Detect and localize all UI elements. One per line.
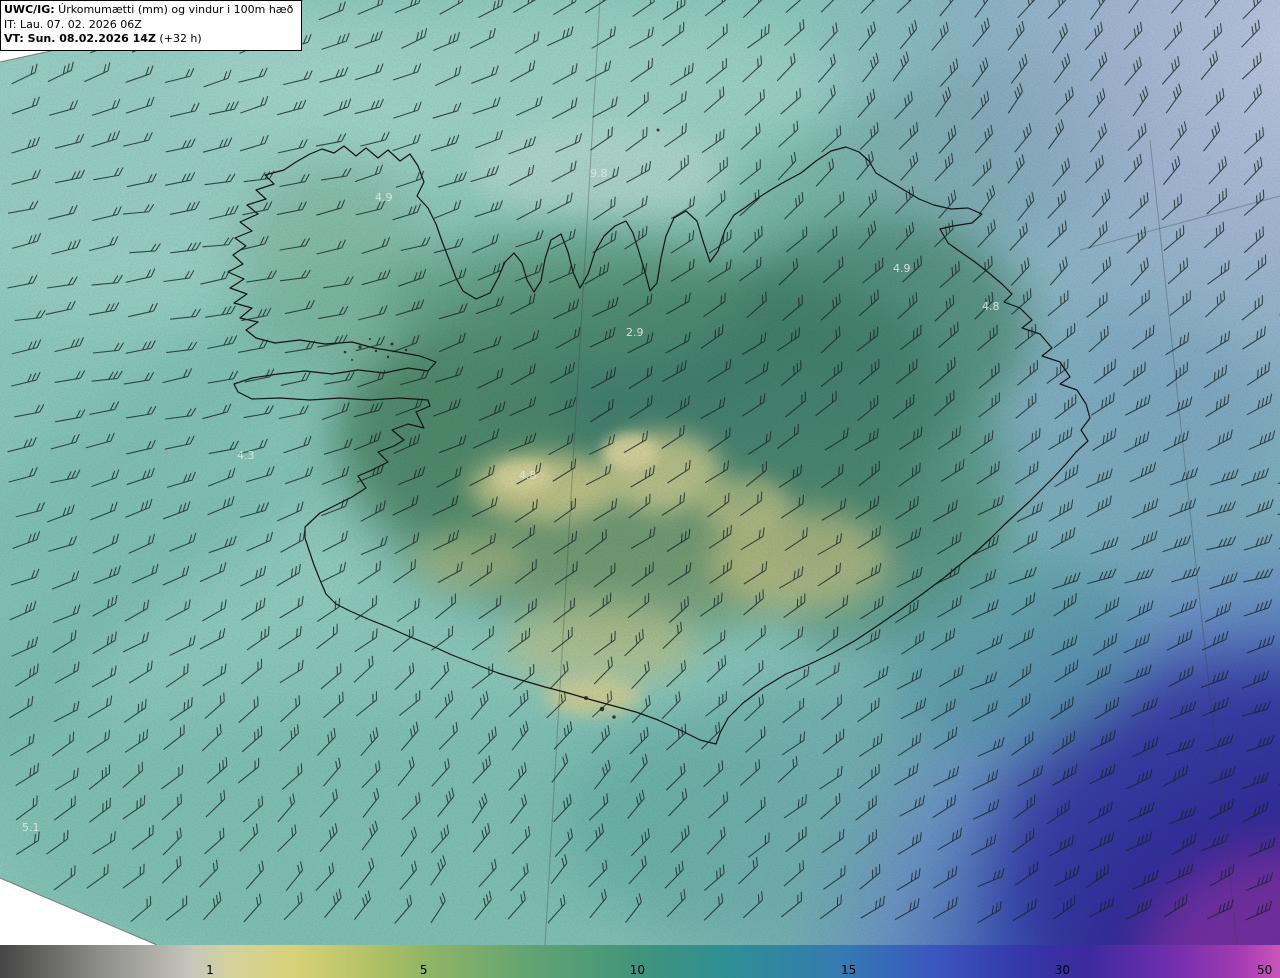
product-description: Úrkomumætti (mm) og vindur i 100m hæð (54, 3, 294, 16)
title-line-product: UWC/IG: Úrkomumætti (mm) og vindur i 100… (4, 3, 293, 18)
precip-value-label: 4.8 (519, 469, 537, 482)
valid-time: VT: Sun. 08.02.2026 14Z (4, 32, 156, 46)
weather-map-stage: 4.9 9.8 2.9 4.9 4.8 4.3 4.8 5.1 UWC/IG: Úrkomum… (0, 0, 1280, 978)
precip-colorbar: 1 5 10 15 30 50 (0, 945, 1280, 978)
title-box: UWC/IG: Úrkomumætti (mm) og vindur i 100… (0, 0, 303, 51)
colorbar-tick-label: 5 (419, 963, 428, 977)
precip-value-label: 2.9 (626, 326, 644, 339)
product-id: UWC/IG: (4, 3, 55, 16)
precipitation-wind-map: 4.9 9.8 2.9 4.9 4.8 4.3 4.8 5.1 (0, 0, 1280, 978)
lead-time: (+32 h) (155, 32, 202, 46)
precip-value-label: 4.3 (237, 449, 255, 462)
precip-value-label: 4.9 (375, 191, 393, 204)
precip-value-label: 9.8 (590, 167, 608, 180)
colorbar-tick-label: 15 (840, 963, 857, 977)
colorbar-tick-label: 1 (206, 963, 214, 977)
colorbar-tick-label: 10 (629, 963, 646, 977)
valid-time-line: VT: Sun. 08.02.2026 14Z (+32 h) (4, 32, 293, 47)
colorbar-tick-label: 50 (1257, 963, 1273, 977)
precip-value-label: 5.1 (22, 821, 40, 834)
precip-value-label: 4.8 (982, 300, 1000, 313)
init-time: IT: Lau. 07. 02. 2026 06Z (4, 17, 142, 31)
colorbar-tick-label: 30 (1054, 963, 1071, 977)
precip-value-label: 4.9 (893, 262, 911, 275)
